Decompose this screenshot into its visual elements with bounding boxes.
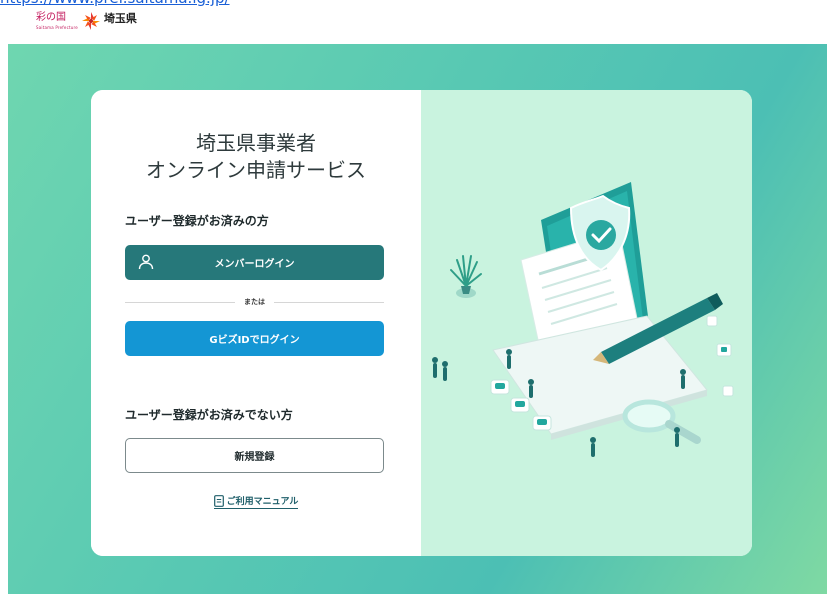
prefecture-emblem-icon	[81, 12, 100, 30]
user-manual-label: ご利用マニュアル	[226, 497, 299, 507]
logo-prefecture-name: 埼玉県	[103, 12, 137, 25]
member-login-label: メンバーログイン	[214, 259, 295, 270]
document-icon	[213, 494, 224, 507]
new-registration-label: 新規登録	[234, 452, 275, 463]
prefecture-logo[interactable]: 彩の国 Saitama Prefecture 埼玉県	[36, 12, 137, 38]
service-title-line2: オンライン申請サービス	[146, 158, 366, 182]
plant-icon	[450, 255, 482, 298]
top-header: https://www.pref.saitama.lg.jp/ 彩の国 Sait…	[0, 0, 827, 44]
page-url-link[interactable]: https://www.pref.saitama.lg.jp/	[0, 0, 465, 8]
gbizid-login-label: GビズIDでログイン	[209, 335, 300, 346]
or-divider: または	[125, 296, 384, 308]
magnifier-icon	[622, 399, 701, 444]
login-card: 埼玉県事業者 オンライン申請サービス ユーザー登録がお済みの方 メンバーログイン…	[91, 90, 752, 556]
user-icon	[138, 254, 154, 270]
user-manual-link[interactable]: ご利用マニュアル	[213, 494, 299, 509]
service-title: 埼玉県事業者 オンライン申請サービス	[91, 130, 421, 184]
registered-users-heading: ユーザー登録がお済みの方	[125, 214, 269, 228]
unregistered-users-heading: ユーザー登録がお済みでない方	[125, 408, 293, 422]
or-label: または	[244, 298, 265, 306]
member-login-button[interactable]: メンバーログイン	[125, 245, 384, 280]
user-manual: ご利用マニュアル	[91, 494, 421, 510]
gbizid-login-button[interactable]: GビズIDでログイン	[125, 321, 384, 356]
illustration-panel	[421, 90, 752, 556]
new-registration-button[interactable]: 新規登録	[125, 438, 384, 473]
login-panel: 埼玉県事業者 オンライン申請サービス ユーザー登録がお済みの方 メンバーログイン…	[91, 90, 421, 556]
service-title-line1: 埼玉県事業者	[196, 131, 316, 155]
logo-irono-text: 彩の国	[36, 12, 66, 23]
logo-subtitle: Saitama Prefecture	[36, 25, 78, 30]
online-application-illustration	[432, 182, 734, 457]
